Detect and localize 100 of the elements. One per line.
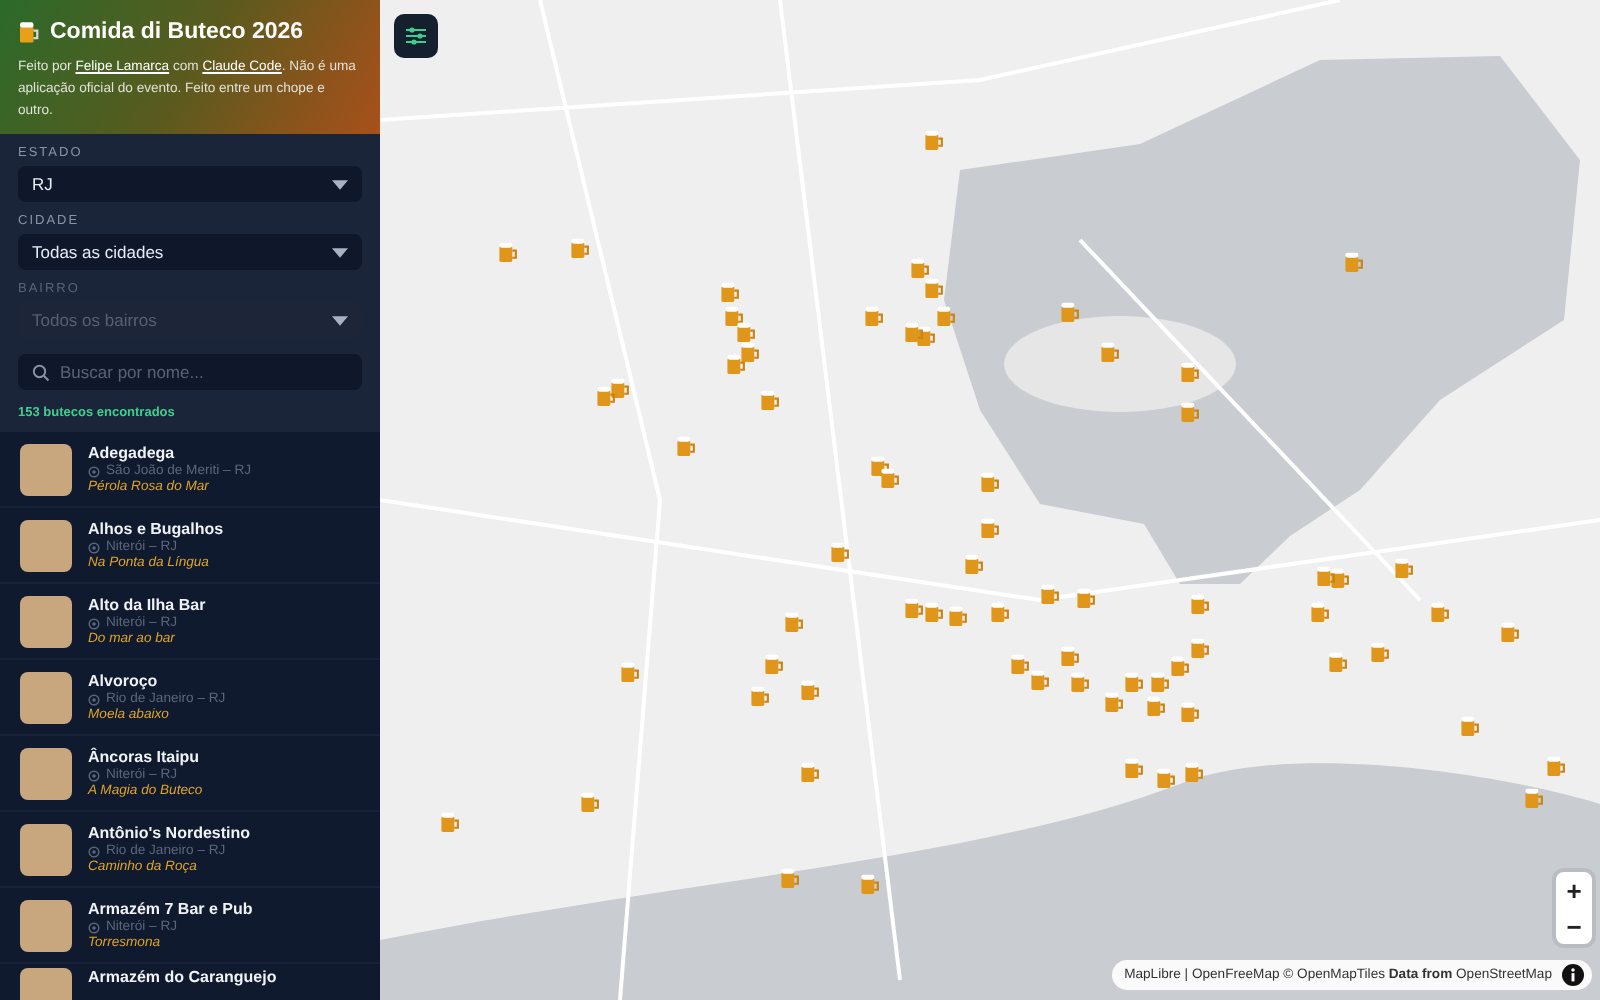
beer-mug-icon[interactable] <box>1170 654 1190 678</box>
beer-mug-icon[interactable] <box>720 280 740 304</box>
beer-mug-icon[interactable] <box>924 276 944 300</box>
beer-mug-icon[interactable] <box>1344 250 1364 274</box>
beer-mug-icon[interactable] <box>1460 714 1480 738</box>
beer-mug-icon[interactable] <box>760 388 780 412</box>
location-icon <box>88 921 100 933</box>
beer-mug-icon[interactable] <box>980 470 1000 494</box>
photo-placeholder <box>20 519 72 571</box>
photo-placeholder <box>20 899 72 951</box>
bar-name: Adegadega <box>88 444 177 462</box>
beer-mug-icon[interactable] <box>780 866 800 890</box>
filter-dropdown[interactable]: RJ <box>18 166 362 202</box>
beer-mug-icon[interactable] <box>800 678 820 702</box>
beer-mug-icon[interactable] <box>1330 566 1350 590</box>
beer-mug-icon[interactable] <box>750 684 770 708</box>
beer-mug-icon[interactable] <box>1060 644 1080 668</box>
beer-mug-icon[interactable] <box>1030 668 1050 692</box>
info-icon[interactable] <box>1562 964 1584 986</box>
beer-mug-icon[interactable] <box>964 552 984 576</box>
beer-mug-icon[interactable] <box>910 256 930 280</box>
beer-mug-icon[interactable] <box>570 236 590 260</box>
beer-mug-icon[interactable] <box>1190 592 1210 616</box>
beer-mug-icon[interactable] <box>784 610 804 634</box>
app-title: Comida di Buteco 2026 <box>50 20 304 44</box>
location-icon <box>88 617 100 629</box>
beer-mug-icon[interactable] <box>1124 670 1144 694</box>
beer-mug-icon[interactable] <box>596 384 616 408</box>
search-icon <box>32 363 50 381</box>
beer-mug-icon[interactable] <box>1370 640 1390 664</box>
beer-mug-icon[interactable] <box>800 760 820 784</box>
beer-mug-icon[interactable] <box>1040 582 1060 606</box>
caret-icon <box>332 315 348 325</box>
beer-mug-icon[interactable] <box>980 516 1000 540</box>
beer-mug-icon[interactable] <box>916 324 936 348</box>
bar-list-item[interactable]: Armazém do Caranguejo <box>0 964 380 1000</box>
location-icon <box>88 845 100 857</box>
bar-name: Armazém do Caranguejo <box>88 968 277 986</box>
beer-mug-icon[interactable] <box>1146 694 1166 718</box>
location-icon <box>88 465 100 477</box>
filter-dropdown[interactable]: Todas as cidades <box>18 234 362 270</box>
beer-mug-icon[interactable] <box>948 604 968 628</box>
sliders-icon <box>404 24 428 48</box>
beer-mug-icon[interactable] <box>936 304 956 328</box>
beer-mug-icon[interactable] <box>1546 754 1566 778</box>
beer-mug-icon[interactable] <box>1328 650 1348 674</box>
filter-toggle-button[interactable] <box>394 14 438 58</box>
beer-mug-icon[interactable] <box>1070 670 1090 694</box>
beer-mug-icon[interactable] <box>1124 756 1144 780</box>
beer-mug-icon[interactable] <box>724 304 744 328</box>
zoom-button[interactable]: + <box>1556 872 1592 908</box>
beer-mug-icon[interactable] <box>676 434 696 458</box>
location-icon <box>88 769 100 781</box>
beer-mug-icon[interactable] <box>990 600 1010 624</box>
bar-name: Alhos e Bugalhos <box>88 520 224 538</box>
beer-mug-icon[interactable] <box>440 810 460 834</box>
beer-mug-icon[interactable] <box>1150 670 1170 694</box>
beer-mug-icon[interactable] <box>498 240 518 264</box>
beer-mug-icon[interactable] <box>580 790 600 814</box>
beer-mug-icon[interactable] <box>1100 340 1120 364</box>
beer-mug-icon[interactable] <box>610 376 630 400</box>
beer-mug-icon[interactable] <box>924 600 944 624</box>
bar-name: Armazém 7 Bar e Pub <box>88 900 253 918</box>
beer-mug-icon[interactable] <box>1316 564 1336 588</box>
beer-mug-icon[interactable] <box>830 540 850 564</box>
beer-mug-icon[interactable] <box>860 872 880 896</box>
beer-mug-icon[interactable] <box>620 660 640 684</box>
beer-mug-icon[interactable] <box>1180 360 1200 384</box>
beer-mug-icon[interactable] <box>736 320 756 344</box>
beer-mug-icon[interactable] <box>1430 600 1450 624</box>
bar-name: Âncoras Itaipu <box>88 748 202 766</box>
beer-mug-icon[interactable] <box>864 304 884 328</box>
beer-mug-icon[interactable] <box>1156 766 1176 790</box>
beer-mug-icon[interactable] <box>1394 556 1414 580</box>
beer-mug-icon[interactable] <box>1190 636 1210 660</box>
beer-mug-icon <box>18 20 40 44</box>
beer-mug-icon[interactable] <box>1060 300 1080 324</box>
beer-mug-icon[interactable] <box>904 596 924 620</box>
beer-mug-icon[interactable] <box>1180 400 1200 424</box>
beer-mug-icon[interactable] <box>1180 700 1200 724</box>
photo-placeholder <box>20 671 72 723</box>
beer-mug-icon[interactable] <box>1184 760 1204 784</box>
beer-mug-icon[interactable] <box>1310 600 1330 624</box>
beer-mug-icon[interactable] <box>726 352 746 376</box>
beer-mug-icon[interactable] <box>1076 586 1096 610</box>
photo-placeholder <box>20 747 72 799</box>
zoom-button[interactable]: − <box>1556 908 1592 944</box>
beer-mug-icon[interactable] <box>740 340 760 364</box>
search-field[interactable]: Buscar por nome... <box>18 354 362 390</box>
photo-placeholder <box>20 443 72 495</box>
location-icon <box>88 541 100 553</box>
beer-mug-icon[interactable] <box>1104 690 1124 714</box>
beer-mug-icon[interactable] <box>764 652 784 676</box>
beer-mug-icon[interactable] <box>1524 786 1544 810</box>
beer-mug-icon[interactable] <box>880 466 900 490</box>
beer-mug-icon[interactable] <box>904 320 924 344</box>
beer-mug-icon[interactable] <box>1010 652 1030 676</box>
bar-name: Alvoroço <box>88 672 160 690</box>
beer-mug-icon[interactable] <box>1500 620 1520 644</box>
beer-mug-icon[interactable] <box>924 128 944 152</box>
